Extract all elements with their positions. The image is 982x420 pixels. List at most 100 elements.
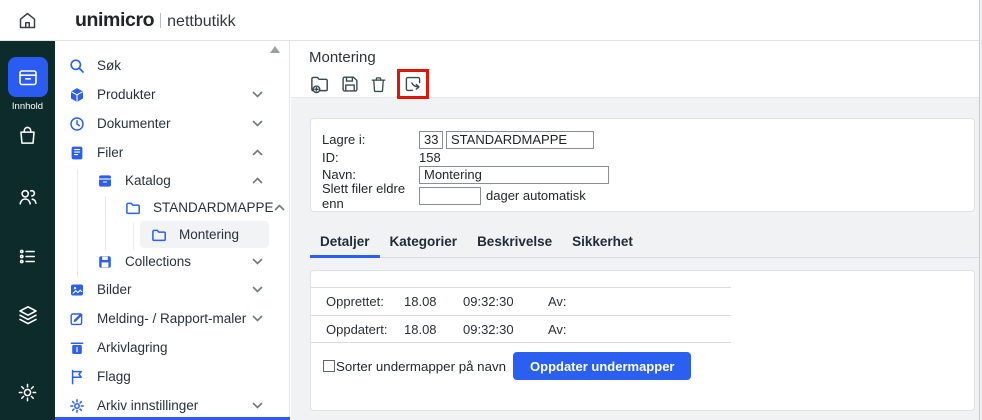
tab-detaljer[interactable]: Detaljer bbox=[310, 228, 380, 258]
table-row: Oppdatert: 18.08 09:32:30 Av: bbox=[311, 315, 731, 343]
top-bar: unimicro nettbutikk bbox=[0, 0, 979, 41]
row-label: Oppdatert: bbox=[311, 322, 404, 337]
save-icon bbox=[97, 254, 113, 270]
shopping-bag-icon[interactable] bbox=[16, 124, 39, 147]
chevron-down-icon bbox=[252, 120, 263, 127]
details-table: Opprettet: 18.08 09:32:30 Av: Oppdatert:… bbox=[311, 287, 731, 343]
sidebar-item-standardmappe[interactable]: STANDARDMAPPE bbox=[55, 194, 289, 221]
archive-icon bbox=[97, 173, 113, 189]
chevron-up-icon bbox=[274, 204, 285, 211]
main-content: Montering bbox=[291, 41, 979, 420]
sidebar-item-label: Katalog bbox=[125, 173, 171, 188]
archive-bin-icon bbox=[69, 340, 85, 356]
save-icon bbox=[339, 73, 361, 95]
chevron-down-icon bbox=[252, 258, 263, 265]
tab-kategorier[interactable]: Kategorier bbox=[380, 228, 468, 258]
folder-form-card: Lagre i: ID: 158 Navn: Slett filer eldre… bbox=[310, 118, 975, 212]
list-icon[interactable] bbox=[16, 245, 39, 268]
slett-days-input[interactable] bbox=[419, 187, 481, 205]
sidebar-item-flagg[interactable]: Flagg bbox=[55, 362, 289, 391]
page-title: Montering bbox=[309, 41, 979, 66]
sidebar-item-katalog[interactable]: Katalog bbox=[55, 167, 289, 194]
rail-item-innhold[interactable] bbox=[8, 57, 48, 97]
tab-beskrivelse[interactable]: Beskrivelse bbox=[467, 228, 562, 258]
sidebar-item-label: Arkivlagring bbox=[97, 340, 168, 355]
update-subfolders-button[interactable]: Oppdater undermapper bbox=[513, 352, 691, 380]
tab-sikkerhet[interactable]: Sikkerhet bbox=[562, 228, 643, 258]
sidebar-item-dokumenter[interactable]: Dokumenter bbox=[55, 109, 289, 138]
archive-box-icon bbox=[16, 65, 40, 89]
new-folder-icon bbox=[309, 73, 332, 96]
sidebar-item-produkter[interactable]: Produkter bbox=[55, 80, 289, 109]
navn-input[interactable] bbox=[419, 166, 609, 184]
sidebar-item-label: Produkter bbox=[97, 87, 156, 102]
sidebar-item-label: Flagg bbox=[97, 369, 131, 384]
row-time: 09:32:30 bbox=[463, 294, 548, 309]
clock-icon bbox=[69, 116, 85, 132]
customers-icon[interactable] bbox=[16, 185, 40, 209]
brand-logo: unimicro nettbutikk bbox=[75, 9, 236, 32]
sidebar-item-bilder[interactable]: Bilder bbox=[55, 275, 289, 304]
chevron-down-icon bbox=[252, 315, 263, 322]
sidebar-item-label: Filer bbox=[97, 145, 123, 160]
flag-icon bbox=[69, 369, 85, 385]
sidebar-item-arkivlagring[interactable]: Arkivlagring bbox=[55, 333, 289, 362]
brand-suffix: nettbutikk bbox=[167, 13, 235, 31]
delete-button[interactable] bbox=[368, 74, 389, 95]
toolbar bbox=[309, 69, 979, 99]
sidebar-item-label: Montering bbox=[179, 227, 239, 242]
folder-id-input[interactable] bbox=[419, 131, 443, 149]
delete-icon bbox=[368, 74, 389, 95]
cube-icon bbox=[69, 87, 85, 103]
sidebar-item-label: Collections bbox=[125, 254, 191, 269]
row-label: Opprettet: bbox=[311, 294, 404, 309]
new-folder-button[interactable] bbox=[309, 73, 332, 96]
chevron-up-icon bbox=[252, 177, 263, 184]
folder-icon bbox=[125, 200, 141, 216]
gear-icon[interactable] bbox=[16, 381, 39, 404]
window-right-edge bbox=[979, 0, 980, 420]
app-window: unimicro nettbutikk Innhold bbox=[0, 0, 979, 420]
id-value: 158 bbox=[419, 150, 441, 165]
chevron-down-icon bbox=[252, 286, 263, 293]
edit-icon bbox=[69, 311, 85, 327]
move-file-button[interactable] bbox=[402, 73, 424, 95]
sidebar-item-label: Melding- / Rapport-maler bbox=[97, 311, 246, 326]
gear-icon bbox=[69, 398, 85, 414]
sidebar-item-label: Søk bbox=[97, 58, 121, 73]
slett-label: Slett filer eldre enn bbox=[322, 181, 419, 211]
sidebar-item-arkiv-innstillinger[interactable]: Arkiv innstillinger bbox=[55, 391, 289, 420]
row-date: 18.08 bbox=[404, 322, 463, 337]
row-by-label: Av: bbox=[548, 322, 567, 337]
lagre-i-label: Lagre i: bbox=[322, 132, 419, 147]
folder-name-input[interactable] bbox=[446, 131, 594, 149]
rail-item-label: Innhold bbox=[12, 101, 43, 112]
sidebar-item-sok[interactable]: Søk bbox=[55, 51, 289, 80]
sidebar-item-montering[interactable]: Montering bbox=[140, 221, 269, 248]
row-by-label: Av: bbox=[548, 294, 567, 309]
brand-name: unimicro bbox=[75, 9, 154, 32]
chevron-down-icon bbox=[252, 402, 263, 409]
file-tree-sidebar: Søk Produkter Dokumenter bbox=[55, 41, 290, 420]
table-row: Opprettet: 18.08 09:32:30 Av: bbox=[311, 287, 731, 315]
sidebar-item-label: Bilder bbox=[97, 282, 132, 297]
sort-subfolders-checkbox[interactable] bbox=[323, 360, 335, 372]
sidebar-item-filer[interactable]: Filer bbox=[55, 138, 289, 167]
layers-icon[interactable] bbox=[16, 303, 40, 327]
folder-icon bbox=[151, 227, 167, 243]
sort-subfolders-label: Sorter undermapper på navn bbox=[336, 359, 506, 374]
chevron-up-icon bbox=[252, 149, 263, 156]
home-button[interactable] bbox=[17, 10, 38, 31]
tree-guide-line bbox=[133, 223, 134, 250]
row-time: 09:32:30 bbox=[463, 322, 548, 337]
details-card: Opprettet: 18.08 09:32:30 Av: Oppdatert:… bbox=[310, 270, 975, 411]
move-file-icon bbox=[402, 73, 424, 95]
sidebar-item-collections[interactable]: Collections bbox=[55, 248, 289, 275]
save-button[interactable] bbox=[339, 73, 361, 95]
id-label: ID: bbox=[322, 150, 419, 165]
content-header: Montering bbox=[291, 41, 979, 98]
sidebar-item-melding-rapport-maler[interactable]: Melding- / Rapport-maler bbox=[55, 304, 289, 333]
chevron-down-icon bbox=[252, 91, 263, 98]
sidebar-item-label: Dokumenter bbox=[97, 116, 171, 131]
subfolder-action-row: Sorter undermapper på navn Oppdater unde… bbox=[311, 352, 974, 380]
